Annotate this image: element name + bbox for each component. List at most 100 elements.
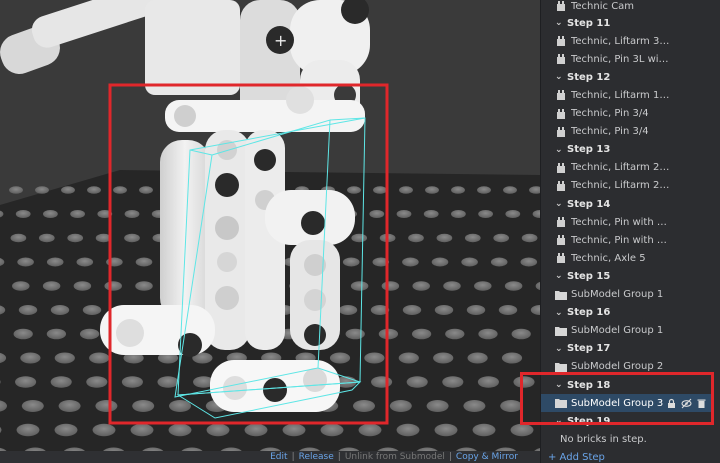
baseplate-stud: [58, 400, 81, 412]
baseplate-stud: [412, 281, 430, 291]
tree-item[interactable]: Technic, Pin with Fricti...: [541, 231, 713, 249]
baseplate-stud: [338, 305, 358, 315]
baseplate-stud: [426, 400, 449, 412]
baseplate-stud: [478, 328, 498, 340]
baseplate-stud: [135, 281, 153, 291]
baseplate-stud: [434, 305, 454, 315]
baseplate-stud: [371, 376, 393, 388]
baseplate-stud: [244, 423, 268, 437]
step-header[interactable]: ⌄ Step 14: [541, 195, 713, 213]
baseplate-stud: [124, 210, 140, 218]
baseplate-stud: [54, 352, 75, 364]
chevron-down-icon[interactable]: ⌄: [555, 199, 567, 209]
svg-text:+: +: [274, 31, 287, 50]
baseplate-stud: [17, 257, 34, 267]
baseplate-stud: [442, 376, 464, 388]
step-header[interactable]: ⌄ Step 15: [541, 267, 713, 285]
baseplate-stud: [464, 233, 481, 243]
baseplate-stud: [21, 400, 44, 412]
viewport-canvas[interactable]: +: [0, 0, 540, 463]
baseplate-stud: [521, 233, 538, 243]
release-link[interactable]: Release: [295, 452, 338, 462]
step-header[interactable]: ⌄ Step 11: [541, 14, 713, 32]
unlink-from-submodel-link[interactable]: Unlink from Submodel: [341, 452, 449, 462]
baseplate-stud: [342, 257, 360, 267]
brick-icon: [555, 108, 571, 120]
step-label: Step 11: [567, 17, 611, 29]
baseplate-stud: [345, 328, 365, 340]
tree-item[interactable]: Technic, Pin 3L with Fr...: [541, 50, 713, 68]
baseplate-stud: [411, 328, 432, 340]
add-step-button[interactable]: + Add Step: [548, 452, 605, 463]
baseplate-stud: [364, 352, 385, 364]
tree-item[interactable]: Technic, Liftarm 2 x 4...: [541, 177, 713, 195]
chevron-down-icon[interactable]: ⌄: [555, 145, 567, 155]
baseplate-stud: [89, 352, 110, 364]
viewport-action-bar: Edit | Release | Unlink from Submodel | …: [0, 451, 540, 463]
baseplate-stud: [399, 186, 413, 194]
baseplate-stud: [463, 400, 486, 412]
brick-icon: [555, 252, 571, 264]
baseplate-stud: [381, 281, 400, 291]
baseplate-stud: [54, 423, 78, 437]
chevron-down-icon[interactable]: ⌄: [555, 271, 567, 281]
tree-item-label: Technic, Pin 3L with Fr...: [571, 53, 671, 65]
tree-item[interactable]: Technic Cam: [541, 0, 713, 15]
brick-icon: [555, 180, 571, 192]
baseplate-stud: [76, 257, 94, 267]
baseplate-stud: [46, 328, 67, 340]
baseplate-stud: [478, 210, 493, 218]
baseplate-stud: [92, 423, 116, 437]
tree-item-label: Technic, Liftarm 2 x 4...: [571, 180, 671, 192]
chevron-down-icon[interactable]: ⌄: [555, 72, 567, 82]
baseplate-stud: [50, 305, 70, 315]
baseplate-stud: [61, 186, 75, 194]
baseplate-stud: [431, 257, 449, 267]
tree-item[interactable]: Technic, Axle 5: [541, 249, 713, 267]
chevron-down-icon[interactable]: ⌄: [555, 308, 567, 318]
tree-item[interactable]: Technic, Liftarm 2 x 4...: [541, 159, 713, 177]
chevron-down-icon[interactable]: ⌄: [555, 344, 567, 354]
baseplate-stud: [16, 423, 40, 437]
baseplate-stud: [511, 328, 531, 340]
baseplate-stud: [503, 186, 517, 194]
step-label: Step 13: [567, 144, 611, 156]
baseplate-stud: [18, 305, 38, 315]
edit-link[interactable]: Edit: [266, 452, 291, 462]
brick-icon: [555, 89, 571, 101]
tree-item[interactable]: SubModel Group 1: [541, 286, 713, 304]
chevron-down-icon[interactable]: ⌄: [555, 18, 567, 28]
tree-item-label: Technic, Pin 3/4: [571, 126, 649, 138]
brick-icon: [555, 35, 571, 47]
step-header[interactable]: ⌄ Step 16: [541, 304, 713, 322]
baseplate-stud: [472, 423, 496, 437]
3d-viewport[interactable]: + Edit | Release | Unlink from Submodel …: [0, 0, 540, 463]
baseplate-stud: [121, 376, 143, 388]
baseplate-stud: [477, 186, 491, 194]
highlight-box-step-18: [520, 372, 714, 425]
baseplate-stud: [466, 305, 486, 315]
baseplate-stud: [396, 423, 420, 437]
step-label: Step 14: [567, 198, 611, 210]
tree-item-label: Technic, Liftarm 2 x 4...: [571, 162, 671, 174]
tree-item[interactable]: Technic, Pin 3/4: [541, 105, 713, 123]
baseplate-stud: [329, 352, 351, 364]
baseplate-stud: [451, 210, 466, 218]
baseplate-stud: [358, 423, 382, 437]
tree-item[interactable]: SubModel Group 1: [541, 322, 713, 340]
step-header[interactable]: ⌄ Step 17: [541, 340, 713, 358]
tree-item-label: Technic, Liftarm 3 x 3...: [571, 35, 671, 47]
step-header[interactable]: ⌄ Step 12: [541, 68, 713, 86]
app-window: + Edit | Release | Unlink from Submodel …: [0, 0, 720, 463]
tree-item[interactable]: Technic, Liftarm 3 x 3...: [541, 32, 713, 50]
tree-item[interactable]: Technic, Pin 3/4: [541, 123, 713, 141]
baseplate-stud: [50, 376, 72, 388]
baseplate-stud: [139, 186, 153, 194]
tree-item[interactable]: Technic, Liftarm 1 x 3...: [541, 86, 713, 104]
step-header[interactable]: ⌄ Step 13: [541, 141, 713, 159]
baseplate-stud: [505, 210, 521, 218]
tree-item[interactable]: Technic, Pin with Fricti...: [541, 213, 713, 231]
copy-mirror-link[interactable]: Copy & Mirror: [452, 452, 522, 462]
step-label: Step 16: [567, 307, 611, 319]
baseplate-stud: [15, 376, 37, 388]
